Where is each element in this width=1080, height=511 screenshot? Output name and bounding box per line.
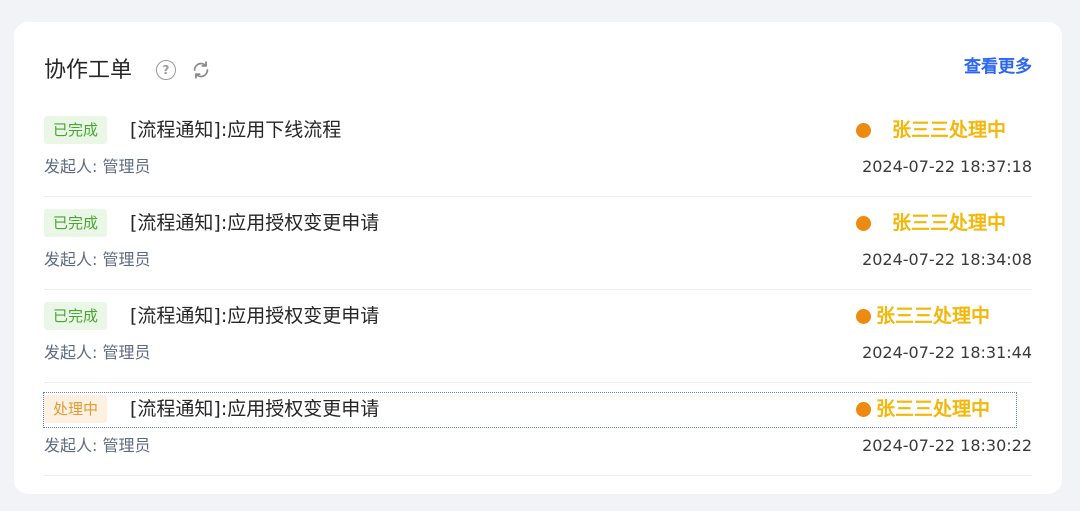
timestamp: 2024-07-22 18:37:18 (862, 157, 1032, 176)
view-more-link[interactable]: 查看更多 (964, 56, 1032, 78)
handler-status-text: 张三三处理中 (876, 305, 991, 327)
ticket-title[interactable]: [流程通知]:应用授权变更申请 (130, 207, 379, 239)
ticket-row-header: 已完成 [流程通知]:应用授权变更申请 张三三处理中 (44, 207, 1016, 241)
ticket-row[interactable]: 已完成 [流程通知]:应用授权变更申请 张三三处理中 发起人: 管理员 2024… (44, 197, 1032, 290)
timestamp: 2024-07-22 18:30:22 (862, 436, 1032, 455)
ticket-title[interactable]: [流程通知]:应用下线流程 (130, 114, 341, 146)
question-circle-icon[interactable]: ? (156, 60, 176, 80)
ticket-row-header: 已完成 [流程通知]:应用授权变更申请 张三三处理中 (44, 300, 1016, 334)
status-badge: 已完成 (44, 302, 108, 330)
ticket-title[interactable]: [流程通知]:应用授权变更申请 (130, 393, 379, 425)
timestamp: 2024-07-22 18:34:08 (862, 250, 1032, 269)
ticket-row[interactable]: 已完成 [流程通知]:应用下线流程 张三三处理中 发起人: 管理员 2024-0… (44, 104, 1032, 197)
initiator-label: 发起人: 管理员 (44, 436, 151, 455)
ticket-title[interactable]: [流程通知]:应用授权变更申请 (130, 300, 379, 332)
collab-ticket-card: 协作工单 ? 查看更多 已完成 [流程通知]:应用下线流程 张三三处理中 发起人… (14, 22, 1062, 494)
initiator-label: 发起人: 管理员 (44, 343, 151, 362)
card-title: 协作工单 (44, 58, 133, 83)
ticket-row-header: 已完成 [流程通知]:应用下线流程 张三三处理中 (44, 114, 1016, 148)
initiator-label: 发起人: 管理员 (44, 250, 151, 269)
status-dot-icon (856, 123, 871, 138)
timestamp: 2024-07-22 18:31:44 (862, 343, 1032, 362)
initiator-label: 发起人: 管理员 (44, 157, 151, 176)
status-badge: 处理中 (44, 395, 108, 423)
status-badge: 已完成 (44, 209, 108, 237)
ticket-row-header: 处理中 [流程通知]:应用授权变更申请 张三三处理中 (43, 392, 1017, 428)
ticket-row[interactable]: 处理中 [流程通知]:应用授权变更申请 张三三处理中 发起人: 管理员 2024… (43, 383, 1032, 476)
ticket-row[interactable]: 已完成 [流程通知]:应用授权变更申请 张三三处理中 发起人: 管理员 2024… (44, 290, 1032, 383)
handler-status-text: 张三三处理中 (876, 398, 991, 420)
handler-status-text: 张三三处理中 (892, 119, 1007, 141)
status-dot-icon (856, 402, 871, 417)
status-dot-icon (856, 216, 871, 231)
card-header: 协作工单 ? 查看更多 (44, 56, 1032, 86)
status-dot-icon (856, 309, 871, 324)
status-badge: 已完成 (44, 116, 108, 144)
ticket-list: 已完成 [流程通知]:应用下线流程 张三三处理中 发起人: 管理员 2024-0… (43, 104, 1032, 476)
handler-status-text: 张三三处理中 (892, 212, 1007, 234)
refresh-icon[interactable] (190, 59, 212, 81)
